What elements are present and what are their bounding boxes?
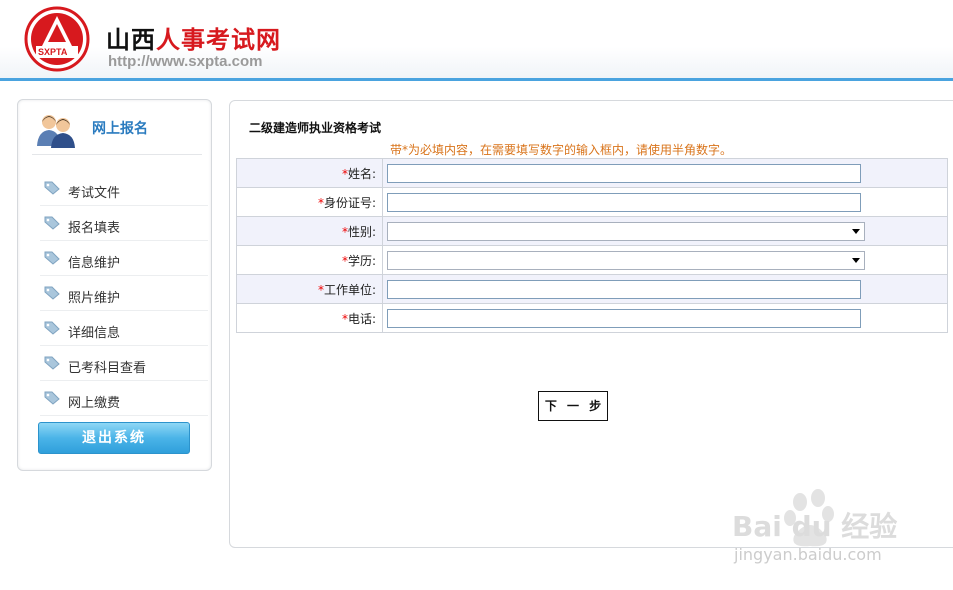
required-notice: 带*为必填内容，在需要填写数字的输入框内，请使用半角数字。 [390,143,733,157]
tag-icon [44,356,60,370]
field-cell [382,274,948,304]
tag-icon [44,286,60,300]
field-label: *性别: [236,216,383,246]
sidebar-item-registration-form[interactable]: 报名填表 [40,207,208,241]
watermark-brand: Bai du 经验 [732,510,898,543]
field-label: *身份证号: [236,187,383,217]
tag-icon [44,251,60,265]
field-label: *姓名: [236,158,383,188]
label-text: 电话: [347,311,376,326]
watermark-url: jingyan.baidu.com [734,545,882,564]
gender-select[interactable] [387,221,865,241]
next-step-button[interactable]: 下 一 步 [538,391,608,421]
site-header: 山西人事考试网 http://www.sxpta.com [0,0,953,81]
label-text: 工作单位: [323,282,376,297]
field-cell [382,187,948,217]
chevron-down-icon [852,257,860,263]
field-cell [382,245,948,275]
registration-form: *姓名: *身份证号: *性别: *学历: *工作单位: *电话: [236,158,948,333]
label-text: 性别: [347,224,376,239]
page: 山西人事考试网 http://www.sxpta.com SXPTA 网上报名 … [0,0,953,590]
site-url: http://www.sxpta.com [108,53,263,70]
site-title-part1: 山西 [106,25,156,54]
sidebar-item-info-maintenance[interactable]: 信息维护 [40,242,208,276]
sidebar-item-label: 信息维护 [68,256,121,271]
field-label: *学历: [236,245,383,275]
field-cell [382,216,948,246]
sidebar-item-label: 考试文件 [68,186,121,201]
sidebar-item-label: 详细信息 [68,326,121,341]
site-title: 山西人事考试网 [106,20,281,55]
chevron-down-icon [852,228,860,234]
sidebar-header: 网上报名 [32,110,202,155]
sidebar-item-label: 已考科目查看 [68,361,147,376]
education-select[interactable] [387,250,865,270]
sxpta-logo [24,6,90,72]
logout-button[interactable]: 退出系统 [38,422,190,454]
form-row-name: *姓名: [236,158,948,188]
form-row-employer: *工作单位: [236,274,948,304]
form-row-id-number: *身份证号: [236,187,948,217]
label-text: 身份证号: [323,195,376,210]
sidebar-item-label: 照片维护 [68,291,121,306]
main-panel: 二级建造师执业资格考试 带*为必填内容，在需要填写数字的输入框内，请使用半角数字… [229,100,953,548]
sidebar-item-details[interactable]: 详细信息 [40,312,208,346]
form-row-gender: *性别: [236,216,948,246]
tag-icon [44,321,60,335]
id-number-input[interactable] [387,192,861,212]
sidebar-item-photo-maintenance[interactable]: 照片维护 [40,277,208,311]
users-icon [37,115,75,148]
tag-icon [44,216,60,230]
logo-text: SXPTA [38,47,68,57]
sidebar-item-label: 报名填表 [68,221,121,236]
sidebar: 网上报名 考试文件 报名填表 信息维护 照片维护 详细信息 已考科目查看 网上缴… [17,99,212,471]
sidebar-item-label: 网上缴费 [68,396,121,411]
sidebar-item-completed-subjects[interactable]: 已考科目查看 [40,347,208,381]
sidebar-title: 网上报名 [92,121,148,137]
employer-input[interactable] [387,279,861,299]
form-row-education: *学历: [236,245,948,275]
tag-icon [44,391,60,405]
sidebar-item-online-payment[interactable]: 网上缴费 [40,382,208,416]
sidebar-item-exam-files[interactable]: 考试文件 [40,172,208,206]
field-cell [382,158,948,188]
page-title: 二级建造师执业资格考试 [249,121,382,135]
sidebar-menu: 考试文件 报名填表 信息维护 照片维护 详细信息 已考科目查看 网上缴费 [40,172,208,417]
field-label: *电话: [236,303,383,333]
label-text: 姓名: [347,166,376,181]
field-label: *工作单位: [236,274,383,304]
name-input[interactable] [387,163,861,183]
phone-input[interactable] [387,308,861,328]
form-row-phone: *电话: [236,303,948,333]
tag-icon [44,181,60,195]
site-title-part2: 人事考试网 [156,25,281,54]
field-cell [382,303,948,333]
label-text: 学历: [347,253,376,268]
